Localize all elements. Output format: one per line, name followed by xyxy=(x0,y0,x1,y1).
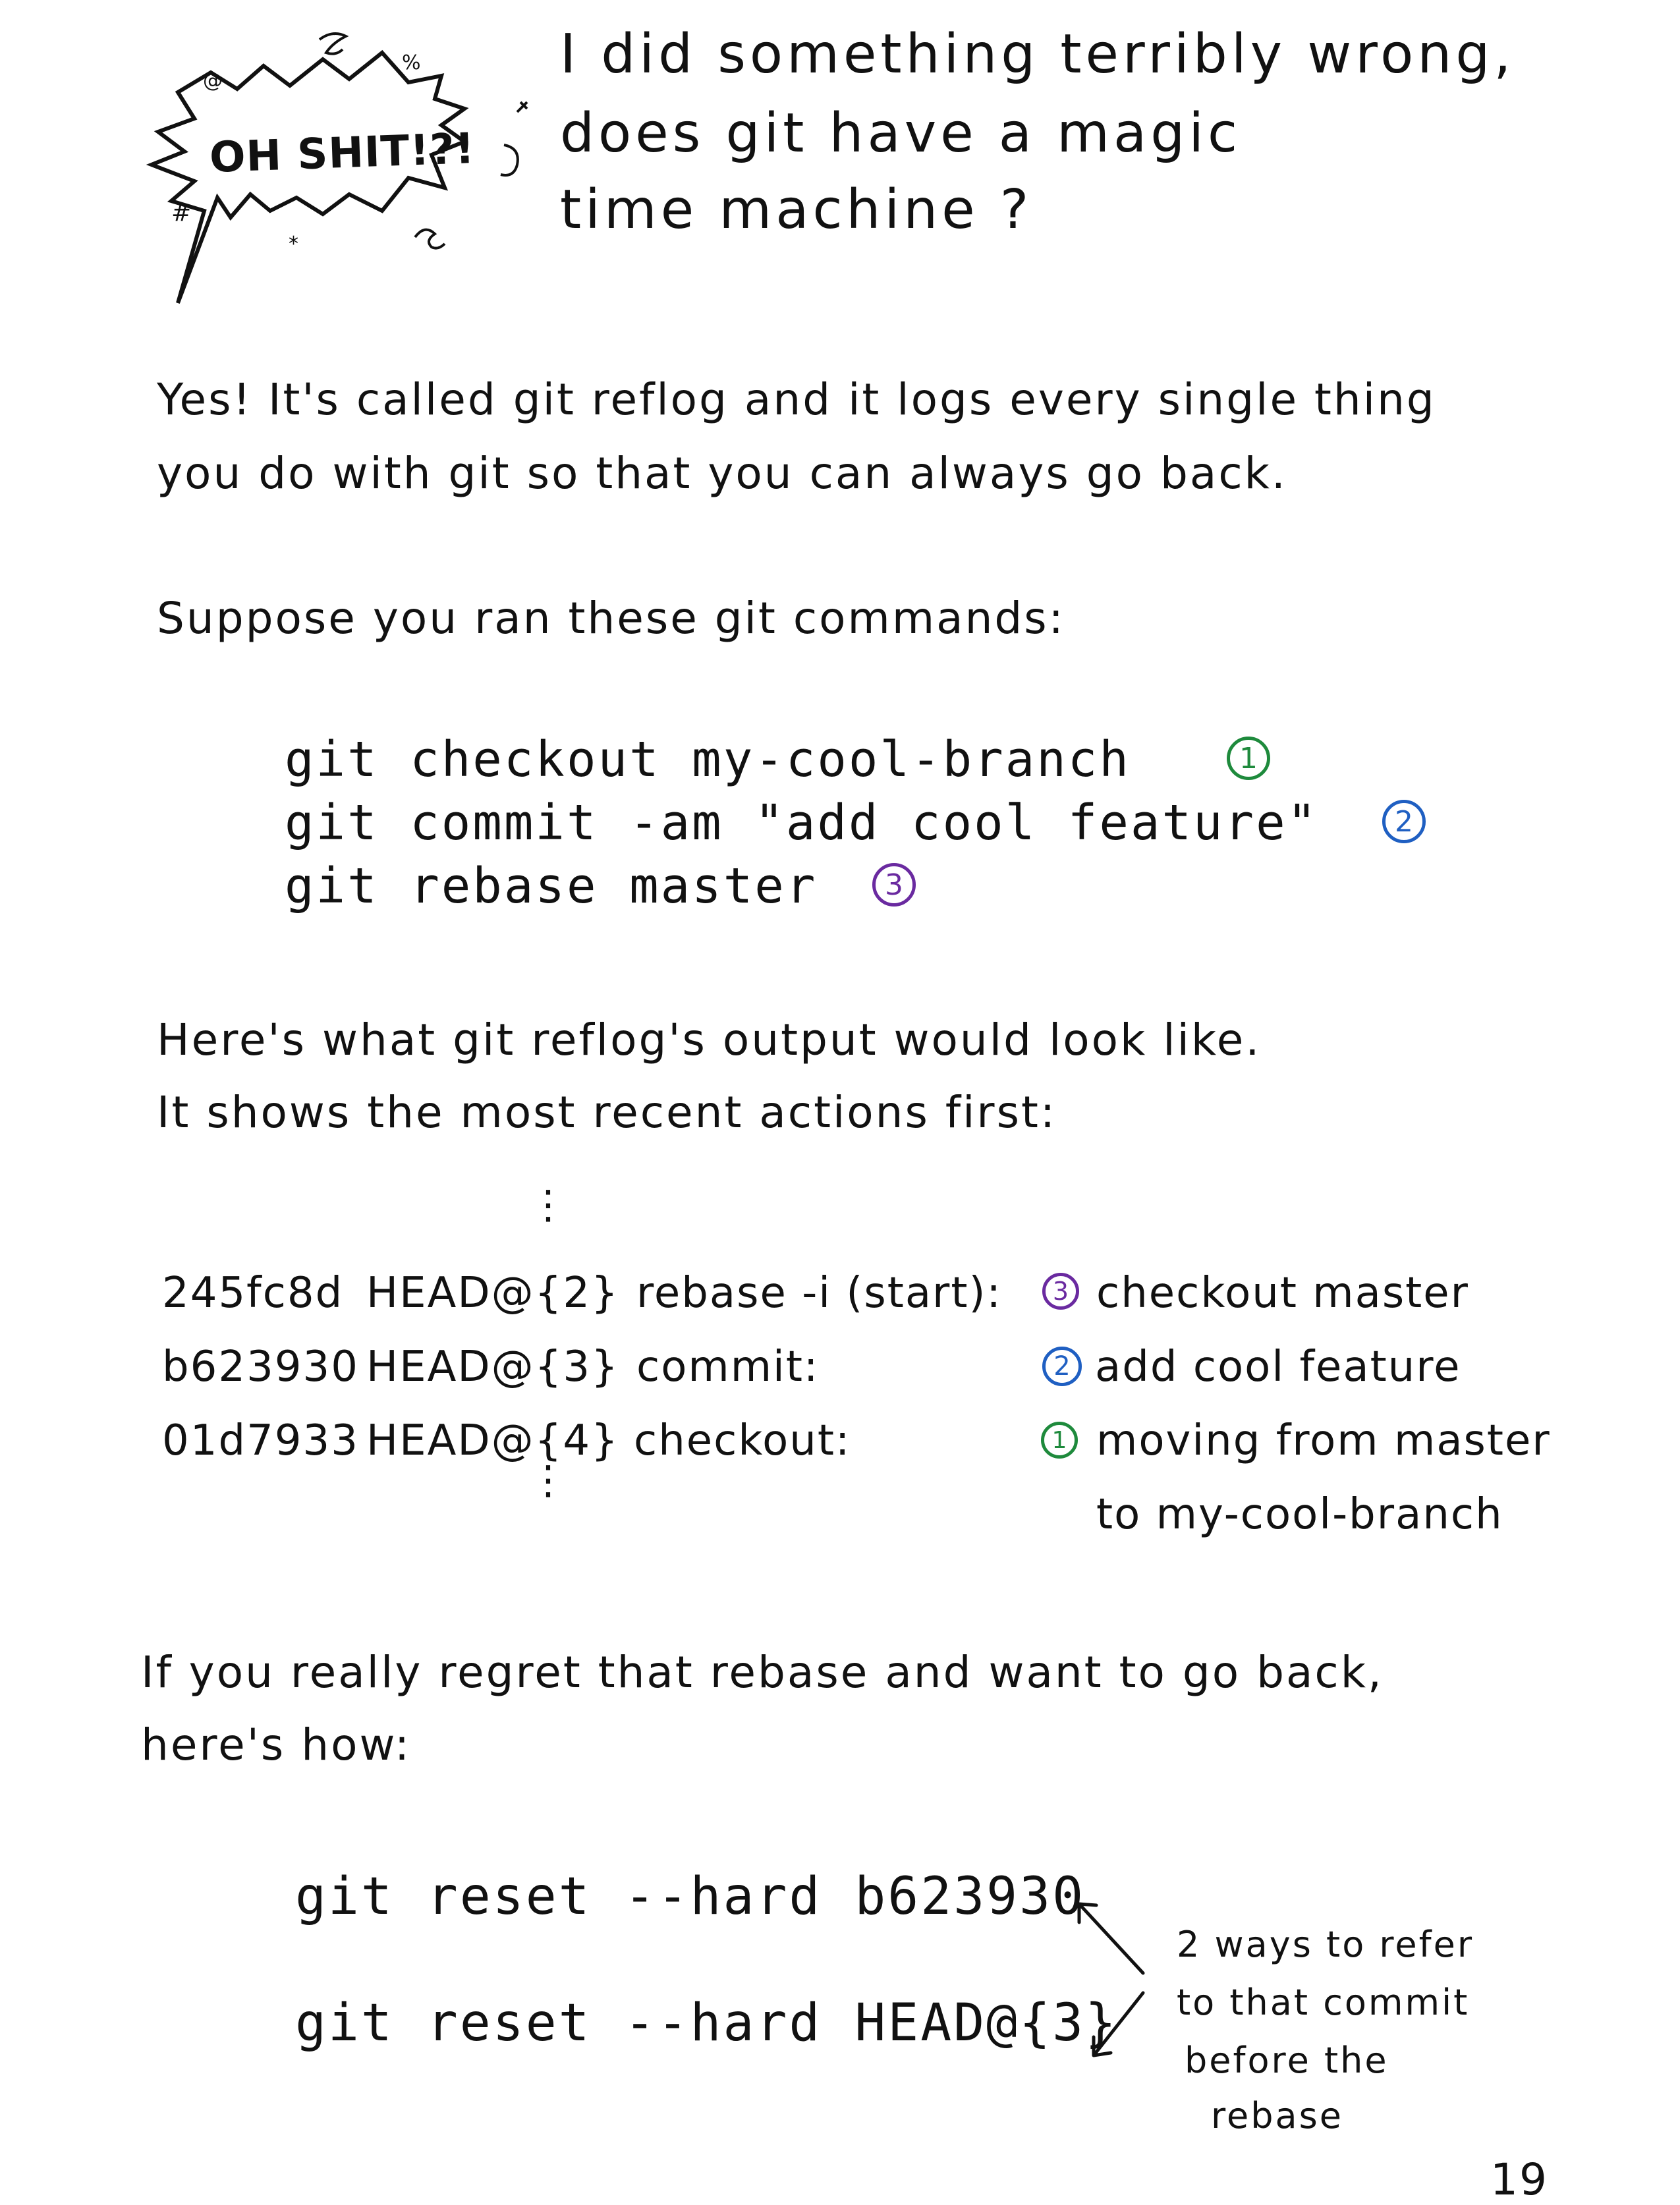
reflog-action-3: checkout: xyxy=(634,1416,851,1465)
suppose-text: Suppose you ran these git commands: xyxy=(157,593,1065,644)
arrow-up-icon xyxy=(1077,1902,1145,1975)
command-commit: git commit -am "add cool feature" xyxy=(285,795,1319,851)
ellipsis-top: ⋮ xyxy=(528,1182,568,1228)
step-badge-3: 3 xyxy=(872,863,916,907)
intro-line-2: you do with git so that you can always g… xyxy=(157,448,1287,499)
reflog-ref-3: HEAD@{4} xyxy=(366,1416,619,1465)
burst-label: OH SHIT!?! xyxy=(208,124,476,183)
annotation-line-2: to that commit xyxy=(1177,1982,1470,2023)
annotation-line-4: rebase xyxy=(1211,2095,1343,2136)
question-line-1: I did something terribly wrong, xyxy=(560,23,1515,86)
reflog-ref-2: HEAD@{3} xyxy=(366,1343,619,1391)
question-line-3: time machine ? xyxy=(560,179,1033,241)
reflog-badge-2: 2 xyxy=(1042,1347,1082,1386)
regret-line-1: If you really regret that rebase and wan… xyxy=(141,1647,1384,1698)
reflog-ref-1: HEAD@{2} xyxy=(366,1269,619,1318)
command-checkout: git checkout my-cool-branch xyxy=(285,731,1131,788)
step-badge-1: 1 xyxy=(1227,737,1270,780)
reflog-intro-line-2: It shows the most recent actions first: xyxy=(157,1087,1057,1138)
reflog-badge-3: 3 xyxy=(1042,1273,1079,1310)
svg-text:#: # xyxy=(171,200,191,227)
ellipsis-bottom: ⋮ xyxy=(528,1457,568,1503)
reflog-message-1: checkout master xyxy=(1096,1269,1469,1318)
step-badge-2: 2 xyxy=(1382,800,1426,843)
svg-text:%: % xyxy=(402,51,421,74)
arrow-down-icon xyxy=(1092,1991,1145,2057)
reflog-action-1: rebase -i (start): xyxy=(636,1269,1002,1318)
reflog-message-2: add cool feature xyxy=(1095,1343,1461,1391)
reflog-hash-1: 245fc8d xyxy=(162,1269,344,1318)
reflog-message-3-cont: to my-cool-branch xyxy=(1096,1490,1503,1539)
reflog-hash-2: b623930 xyxy=(162,1343,359,1391)
reflog-message-3: moving from master xyxy=(1096,1416,1551,1465)
intro-line-1: Yes! It's called git reflog and it logs … xyxy=(157,374,1436,425)
reflog-badge-1: 1 xyxy=(1041,1422,1078,1459)
arrow-icons xyxy=(1077,1902,1145,2057)
svg-text:@: @ xyxy=(203,69,223,92)
annotation-line-1: 2 ways to refer xyxy=(1177,1924,1474,1965)
reset-by-reflog-ref: git reset --hard HEAD@{3} xyxy=(295,1994,1118,2053)
reflog-action-2: commit: xyxy=(636,1343,820,1391)
regret-line-2: here's how: xyxy=(141,1719,412,1770)
svg-text:*: * xyxy=(289,233,298,256)
reflog-intro-line-1: Here's what git reflog's output would lo… xyxy=(157,1015,1262,1065)
question-line-2: does git have a magic xyxy=(560,102,1242,165)
command-rebase: git rebase master xyxy=(285,858,818,914)
annotation-line-3: before the xyxy=(1185,2040,1389,2081)
page-number: 19 xyxy=(1490,2154,1548,2205)
reset-by-hash: git reset --hard b623930 xyxy=(295,1867,1086,1926)
reflog-hash-3: 01d7933 xyxy=(162,1416,359,1465)
